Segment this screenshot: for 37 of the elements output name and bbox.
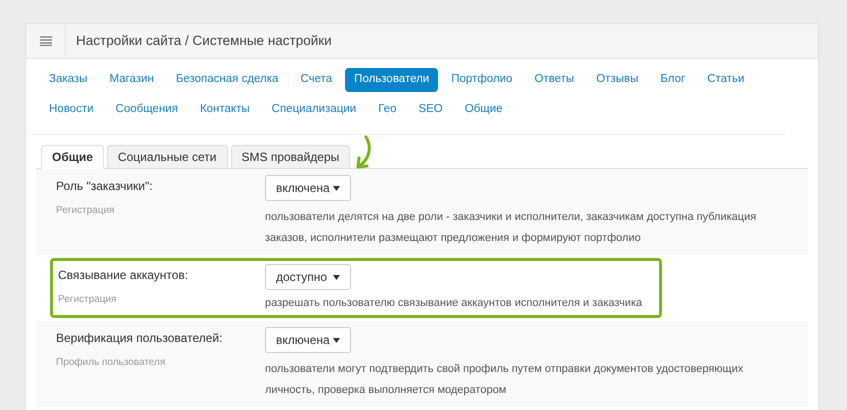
tab[interactable]: Социальные сети	[106, 145, 228, 169]
setting-description: разрешать пользователю связывание аккаунтов исполнителя и заказчика	[265, 296, 642, 311]
nav-link[interactable]: Отзывы	[587, 68, 648, 92]
nav-link[interactable]: Портфолио	[442, 68, 522, 92]
nav-link[interactable]: Сообщения	[106, 98, 187, 122]
page-title: Настройки сайта / Системные настройки	[75, 32, 332, 50]
caret-icon	[333, 338, 340, 342]
nav-link[interactable]: Новости	[40, 98, 103, 122]
setting-label: Роль "заказчики":	[56, 178, 154, 195]
setting-group: Профиль пользователя	[56, 355, 265, 370]
nav-link[interactable]: Заказы	[40, 68, 96, 92]
nav-link[interactable]: Статьи	[698, 68, 754, 92]
nav-link[interactable]: Контакты	[190, 98, 259, 122]
nav-link[interactable]: Специализации	[262, 98, 366, 122]
nav-link[interactable]: Блог	[651, 68, 694, 92]
tab[interactable]: SMS провайдеры	[230, 145, 350, 169]
nav-link[interactable]: Магазин	[100, 68, 163, 92]
nav-link[interactable]: Безопасная сделка	[166, 68, 288, 92]
menu-icon[interactable]	[40, 36, 52, 46]
nav-link[interactable]: Общие	[456, 98, 512, 122]
nav-link[interactable]: SEO	[409, 98, 452, 122]
caret-icon	[333, 274, 340, 280]
nav-link[interactable]: Счета	[291, 68, 342, 92]
tab[interactable]: Общие	[41, 145, 104, 169]
setting-group: Регистрация	[56, 203, 265, 218]
setting-group: Регистрация	[58, 292, 265, 307]
setting-description: пользователи могут подтвердить свой профиль путем отправки документов удостоверяющих личность, проверка выполняется модератором	[265, 362, 744, 398]
nav-link[interactable]: Пользователи	[345, 68, 438, 92]
caret-icon	[333, 186, 340, 190]
setting-description: пользователи делятся на две роли - заказчики и исполнители, заказчикам доступна публикация заказов, исполнители размещают предложения и формируют портфолио	[265, 210, 758, 246]
setting-label: Связывание аккаунтов:	[58, 267, 190, 284]
setting-label: Верификация пользователей:	[56, 330, 224, 347]
select-dropdown[interactable]: включена	[265, 327, 351, 353]
nav-link[interactable]: Гео	[369, 98, 406, 122]
select-dropdown[interactable]: включена	[265, 175, 351, 201]
nav-link[interactable]: Ответы	[525, 68, 584, 92]
select-dropdown[interactable]: доступно	[265, 264, 351, 290]
